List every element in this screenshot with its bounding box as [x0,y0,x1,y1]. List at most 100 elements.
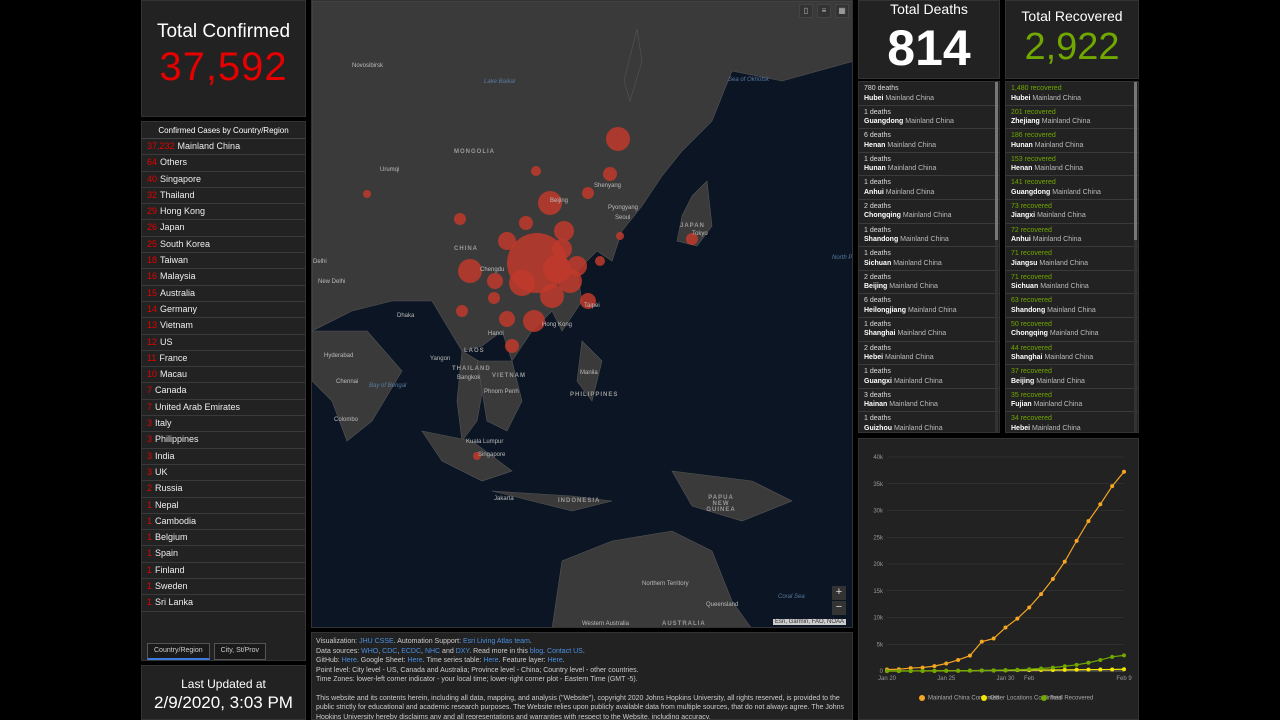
ecdc-link[interactable]: ECDC [401,648,421,655]
deaths-list-item[interactable]: 1 deaths Shandong Mainland China [859,224,999,248]
country-list-item[interactable]: 1 Cambodia [142,514,305,531]
recovered-list-item[interactable]: 153 recovered Henan Mainland China [1006,153,1138,177]
country-list-item[interactable]: 3 Philippines [142,432,305,449]
map-label: PHILIPPINES [570,392,619,398]
country-list-item[interactable]: 12 US [142,335,305,351]
deaths-list-item[interactable]: 3 deaths Hainan Mainland China [859,389,999,413]
google-sheet-link[interactable]: Here [407,657,422,664]
zoom-in-button[interactable]: + [832,586,846,600]
map-label: Queensland [706,602,739,608]
country-list-item[interactable]: 14 Germany [142,302,305,319]
jhu-csse-link[interactable]: JHU CSSE [359,638,394,645]
deaths-list-item[interactable]: 1 deaths Shanghai Mainland China [859,318,999,342]
recovered-list-item[interactable]: 63 recovered Shandong Mainland China [1006,294,1138,318]
deaths-list-item[interactable]: 6 deaths Henan Mainland China [859,129,999,153]
country-list-item[interactable]: 15 Australia [142,286,305,302]
country-list-item[interactable]: 26 Japan [142,220,305,237]
map-label: Coral Sea [778,594,805,600]
deaths-list-item[interactable]: 1 deaths Guangxi Mainland China [859,365,999,389]
country-list-item[interactable]: 3 UK [142,465,305,482]
country-list-item[interactable]: 11 France [142,351,305,368]
map-view[interactable]: Novosibirsk Lake Baikal Sea of Okhotsk MONG… [311,0,853,628]
country-list-item[interactable]: 37,232 Mainland China [142,139,305,156]
deaths-scrollbar[interactable] [995,82,998,432]
recovered-list-item[interactable]: 37 recovered Beijing Mainland China [1006,365,1138,389]
who-link[interactable]: WHO [361,648,378,655]
data-point-total-recovered [944,668,949,673]
time-series-chart: 0 5k 10k 15k 20k 25k 30k 35k 40k Jan 20 Jan 25 Jan … [858,438,1139,720]
recovered-place: Sichuan Mainland China [1011,283,1089,291]
country-list-item[interactable]: 2 Russia [142,481,305,498]
recovered-scrollbar[interactable] [1134,82,1137,432]
country-list-item[interactable]: 1 Sri Lanka [142,595,305,612]
deaths-list-item[interactable]: 6 deaths Heilongjiang Mainland China [859,294,999,318]
recovered-list-item[interactable]: 34 recovered Hebei Mainland China [1006,412,1138,432]
recovered-list-item[interactable]: 72 recovered Anhui Mainland China [1006,224,1138,248]
bookmark-icon[interactable]: ▯ [799,4,813,18]
country-list-item[interactable]: 1 Spain [142,546,305,563]
tab-country-region[interactable]: Country/Region [147,643,210,660]
recovered-list-item[interactable]: 1,480 recovered Hubei Mainland China [1006,82,1138,106]
recovered-list-item[interactable]: 71 recovered Sichuan Mainland China [1006,271,1138,295]
deaths-list-item[interactable]: 780 deaths Hubei Mainland China [859,82,999,106]
basemap-grid-icon[interactable]: ▦ [835,4,849,18]
github-link[interactable]: Here [342,657,357,664]
country-list-item[interactable]: 13 Vietnam [142,318,305,335]
deaths-list-item[interactable]: 1 deaths Hunan Mainland China [859,153,999,177]
recovered-place: Hubei Mainland China [1011,94,1082,102]
country-list-item[interactable]: 7 Canada [142,383,305,400]
country-list-item[interactable]: 40 Singapore [142,172,305,188]
map-label: Beijing [550,198,569,204]
country-count: 3 [147,466,153,477]
country-list-item[interactable]: 32 Thailand [142,188,305,205]
country-list-item[interactable]: 18 Taiwan [142,253,305,270]
country-list: 37,232 Mainland China 64 Others 40 Singapore 3… [142,139,305,612]
country-list-item[interactable]: 1 Nepal [142,498,305,514]
nhc-link[interactable]: NHC [425,648,440,655]
tab-city-province[interactable]: City, St/Prov [213,643,267,660]
country-count: 7 [147,401,153,412]
dxy-link[interactable]: DXY [456,648,470,655]
country-list-item[interactable]: 1 Finland [142,563,305,580]
recovered-list-item[interactable]: 35 recovered Fujian Mainland China [1006,389,1138,413]
feature-layer-link[interactable]: Here [548,657,563,664]
recovered-list-item[interactable]: 50 recovered Chongqing Mainland China [1006,318,1138,342]
recovered-count: 63 recovered [1011,297,1052,305]
map-label: Chengdu [480,267,505,273]
country-list-item[interactable]: 25 South Korea [142,237,305,254]
country-list-item[interactable]: 29 Hong Kong [142,204,305,221]
recovered-list-item[interactable]: 73 recovered Jiangxi Mainland China [1006,200,1138,224]
country-list-item[interactable]: 3 India [142,449,305,465]
deaths-list-item[interactable]: 2 deaths Beijing Mainland China [859,271,999,295]
country-list-item[interactable]: 64 Others [142,155,305,172]
country-count: 64 [147,157,158,168]
contact-link[interactable]: Contact US [547,648,583,655]
esri-link[interactable]: Esri Living Atlas team [463,638,530,645]
recovered-list-item[interactable]: 186 recovered Hunan Mainland China [1006,129,1138,153]
data-point-total-recovered [1086,660,1091,665]
cdc-link[interactable]: CDC [382,648,397,655]
country-list-item[interactable]: 1 Belgium [142,530,305,547]
recovered-list-item[interactable]: 71 recovered Jiangsu Mainland China [1006,247,1138,271]
zoom-out-button[interactable]: − [832,601,846,615]
country-list-item[interactable]: 1 Sweden [142,579,305,596]
deaths-list-item[interactable]: 1 deaths Guangdong Mainland China [859,106,999,130]
list-icon[interactable]: ≡ [817,4,831,18]
country-list-item[interactable]: 10 Macau [142,367,305,384]
country-list-item[interactable]: 3 Italy [142,416,305,433]
recovered-list-item[interactable]: 201 recovered Zhejiang Mainland China [1006,106,1138,130]
data-point-total-recovered [956,668,961,673]
time-series-link[interactable]: Here [483,657,498,664]
recovered-list-item[interactable]: 44 recovered Shanghai Mainland China [1006,342,1138,366]
country-list-item[interactable]: 16 Malaysia [142,269,305,286]
deaths-list-item[interactable]: 1 deaths Anhui Mainland China [859,176,999,200]
deaths-list-item[interactable]: 2 deaths Hebei Mainland China [859,342,999,366]
deaths-list-item[interactable]: 1 deaths Guizhou Mainland China [859,412,999,432]
recovered-list-item[interactable]: 141 recovered Guangdong Mainland China [1006,176,1138,200]
country-list-item[interactable]: 7 United Arab Emirates [142,400,305,417]
deaths-list-item[interactable]: 1 deaths Sichuan Mainland China [859,247,999,271]
map-label: JAPAN [680,223,705,229]
x-tick-label: Feb [1024,676,1035,682]
deaths-list-item[interactable]: 2 deaths Chongqing Mainland China [859,200,999,224]
blog-link[interactable]: blog [530,648,543,655]
